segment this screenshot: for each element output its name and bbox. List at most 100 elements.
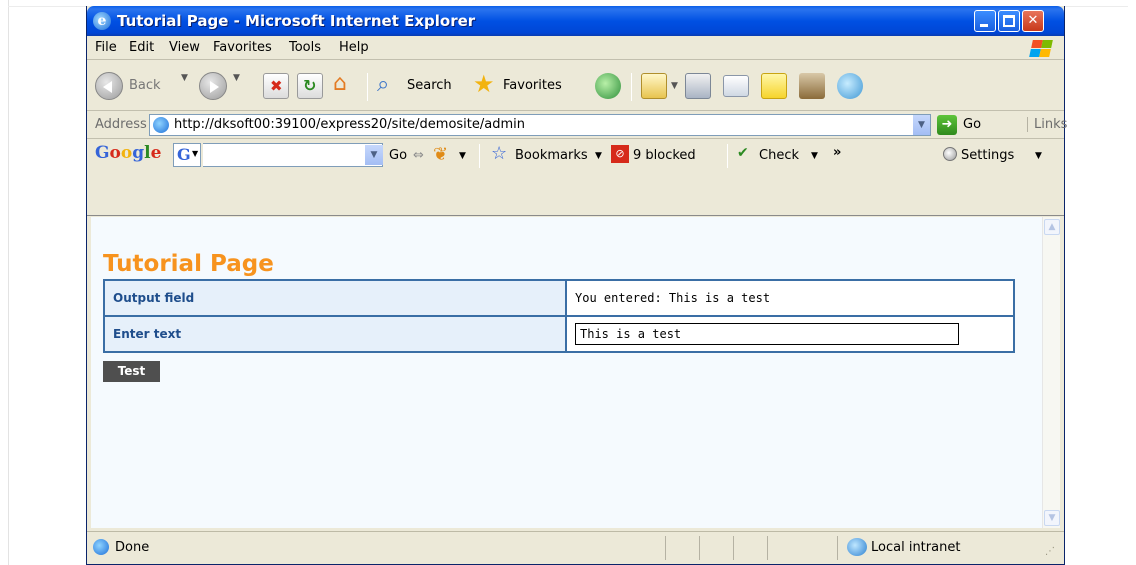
- status-cell: [733, 536, 767, 560]
- toolbar-separator: [727, 144, 728, 168]
- bookmarks-dropdown-icon[interactable]: ▼: [595, 151, 602, 161]
- refresh-button[interactable]: ↻: [297, 73, 323, 99]
- google-menu-dropdown-icon[interactable]: ▼: [192, 149, 198, 158]
- check-dropdown-icon[interactable]: ▼: [811, 151, 818, 161]
- star-icon: ★: [473, 70, 495, 98]
- minimize-icon: [980, 24, 988, 27]
- bookmarks-star-icon[interactable]: ☆: [491, 143, 507, 164]
- resize-handle-icon[interactable]: ⇔: [413, 148, 424, 163]
- print-icon[interactable]: [685, 73, 711, 99]
- google-search-input[interactable]: [203, 143, 383, 167]
- status-cell: [767, 536, 837, 560]
- close-icon: ✕: [1027, 13, 1039, 28]
- test-button[interactable]: Test: [103, 361, 160, 382]
- resize-grip-icon[interactable]: ⋰: [1045, 546, 1055, 557]
- home-button[interactable]: ⌂: [331, 71, 357, 99]
- menu-bar: File Edit View Favorites Tools Help: [87, 36, 1064, 60]
- google-go-button[interactable]: Go: [389, 148, 407, 163]
- scroll-up-icon[interactable]: ▲: [1044, 219, 1060, 235]
- search-label: Search: [407, 78, 452, 93]
- history-icon[interactable]: [595, 73, 621, 99]
- windows-flag-icon: [1026, 38, 1053, 58]
- screen-border-left: [8, 0, 9, 565]
- refresh-icon: ↻: [303, 76, 317, 95]
- menu-edit[interactable]: Edit: [129, 40, 154, 55]
- toolbar-separator: [631, 73, 632, 101]
- back-arrow-icon: [95, 72, 123, 100]
- toolbar-separator: [367, 73, 368, 101]
- mail-dropdown-icon[interactable]: ▼: [671, 81, 678, 91]
- discuss-icon[interactable]: [761, 73, 787, 99]
- research-icon[interactable]: [799, 73, 825, 99]
- page-status-icon: [93, 539, 109, 555]
- more-chevron-icon[interactable]: »: [833, 145, 841, 160]
- scroll-down-icon[interactable]: ▼: [1044, 510, 1060, 526]
- close-button[interactable]: ✕: [1022, 10, 1044, 32]
- enter-text-label: Enter text: [103, 315, 567, 353]
- address-url: http://dksoft00:39100/express20/site/dem…: [174, 117, 525, 132]
- search-button[interactable]: ⌕ Search: [377, 70, 469, 102]
- maximize-icon: [1003, 15, 1015, 27]
- intranet-zone-icon: [847, 538, 867, 556]
- table-row: Output field You entered: This is a test: [103, 279, 1015, 317]
- standard-toolbar: Back ▼ ▼ ✖ ↻ ⌂ ⌕ Search ★ Favorites ▼: [87, 61, 1064, 111]
- popup-blocker-icon[interactable]: ⊘: [611, 145, 629, 163]
- title-bar[interactable]: e Tutorial Page - Microsoft Internet Exp…: [87, 6, 1064, 36]
- google-g-icon: G: [177, 145, 191, 164]
- toolbar-separator: [479, 144, 480, 168]
- forward-dropdown-icon[interactable]: ▼: [233, 73, 240, 83]
- popup-blocked-count[interactable]: 9 blocked: [633, 148, 696, 163]
- search-icon: ⌕: [377, 72, 390, 97]
- stop-button[interactable]: ✖: [263, 73, 289, 99]
- address-input[interactable]: http://dksoft00:39100/express20/site/dem…: [149, 114, 931, 136]
- messenger-icon[interactable]: [837, 73, 863, 99]
- page-viewport: Tutorial Page Output field You entered: …: [91, 217, 1060, 528]
- favorites-label: Favorites: [503, 78, 562, 93]
- mail-icon[interactable]: [641, 73, 667, 99]
- settings-button[interactable]: Settings: [961, 148, 1014, 163]
- window-title: Tutorial Page - Microsoft Internet Explo…: [117, 12, 476, 30]
- edit-icon[interactable]: [723, 75, 749, 97]
- google-search-box[interactable]: G ▼: [173, 143, 201, 167]
- address-dropdown-icon[interactable]: ▼: [912, 115, 930, 135]
- menu-view[interactable]: View: [169, 40, 200, 55]
- home-icon: ⌂: [333, 71, 347, 96]
- status-text: Done: [115, 540, 150, 555]
- page-title: Tutorial Page: [103, 251, 274, 277]
- menu-favorites[interactable]: Favorites: [213, 40, 272, 55]
- links-button[interactable]: Links: [1027, 117, 1067, 132]
- forward-arrow-icon: [199, 72, 227, 100]
- bookmarks-button[interactable]: Bookmarks: [515, 148, 588, 163]
- ie-logo-icon: e: [93, 12, 111, 30]
- go-arrow-icon[interactable]: ➜: [937, 115, 957, 135]
- google-search-dropdown-icon[interactable]: ▼: [365, 145, 383, 165]
- enter-text-input[interactable]: [575, 323, 959, 345]
- back-dropdown-icon[interactable]: ▼: [181, 73, 188, 83]
- browser-window: e Tutorial Page - Microsoft Internet Exp…: [86, 6, 1067, 565]
- back-label: Back: [129, 78, 161, 93]
- check-button[interactable]: Check: [759, 148, 799, 163]
- menu-file[interactable]: File: [95, 40, 117, 55]
- forward-button[interactable]: [199, 70, 229, 102]
- settings-icon[interactable]: [943, 147, 957, 161]
- google-toolbar: Google G ▼ ▼ Go ⇔ ❦ ▼ ☆ Bookmarks ▼ ⊘ 9 …: [87, 140, 1064, 216]
- output-field-value: You entered: This is a test: [565, 279, 1015, 317]
- favorites-button[interactable]: ★ Favorites: [473, 70, 589, 102]
- spellcheck-icon[interactable]: ✔: [737, 145, 749, 161]
- menu-tools[interactable]: Tools: [289, 40, 321, 55]
- news-dropdown-icon[interactable]: ▼: [459, 151, 466, 161]
- output-field-label: Output field: [103, 279, 567, 317]
- menu-help[interactable]: Help: [339, 40, 369, 55]
- table-row: Enter text: [103, 315, 1015, 353]
- form-table: Output field You entered: This is a test…: [103, 279, 1015, 353]
- news-icon[interactable]: ❦: [433, 144, 448, 165]
- status-cell: [665, 536, 699, 560]
- back-button[interactable]: Back: [95, 70, 187, 102]
- google-logo[interactable]: Google: [95, 143, 161, 163]
- enter-text-cell: [565, 315, 1015, 353]
- maximize-button[interactable]: [998, 10, 1020, 32]
- minimize-button[interactable]: [974, 10, 996, 32]
- go-button[interactable]: Go: [963, 117, 981, 132]
- settings-dropdown-icon[interactable]: ▼: [1035, 151, 1042, 161]
- vertical-scrollbar[interactable]: ▲ ▼: [1042, 217, 1060, 528]
